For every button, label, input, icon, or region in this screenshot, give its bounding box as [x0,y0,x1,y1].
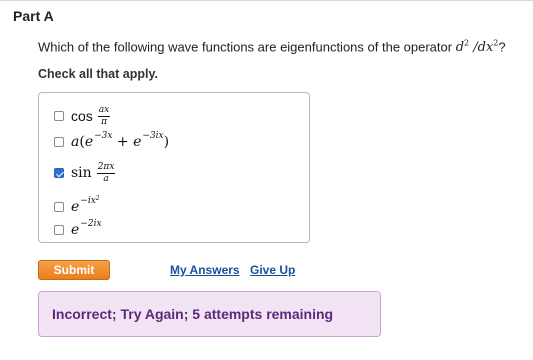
question-text-before: Which of the following wave functions ar… [38,39,456,55]
feedback-text: Incorrect; Try Again; 5 attempts remaini… [52,306,334,322]
choice-5-formula: e −2ix [71,219,102,238]
choice-4[interactable]: e −ix2 [54,195,100,217]
choice-4-formula: e −ix2 [71,195,100,215]
choice-1[interactable]: cos ax π [54,104,111,127]
give-up-link[interactable]: Give Up [250,263,295,277]
question-text-after: ? [498,39,506,55]
choice-2[interactable]: a(e −3x + e −3ix) [54,131,170,152]
choice-5[interactable]: e −2ix [54,219,102,240]
answer-choices-box: cos ax π a(e −3x + e −3ix) sin 2πx a e −ix2 e… [38,92,310,243]
choice-2-checkbox[interactable] [54,137,64,147]
choice-3-formula: sin 2πx a [71,161,116,184]
question-operator: d2 /dx2 [455,39,499,56]
feedback-message: Incorrect; Try Again; 5 attempts remaini… [38,291,381,337]
choice-2-formula: a(e −3x + e −3ix) [71,131,170,150]
choice-1-formula: cos ax π [71,104,111,127]
question-text: Which of the following wave functions ar… [38,39,506,55]
choice-5-checkbox[interactable] [54,225,64,235]
top-divider [0,0,533,1]
choice-4-checkbox[interactable] [54,202,64,212]
choice-1-checkbox[interactable] [54,111,64,121]
choice-3[interactable]: sin 2πx a [54,161,116,184]
instruction-text: Check all that apply. [38,67,158,81]
submit-button[interactable]: Submit [38,260,110,280]
my-answers-link[interactable]: My Answers [170,263,240,277]
part-title: Part A [13,8,54,24]
choice-3-checkbox[interactable] [54,168,64,178]
